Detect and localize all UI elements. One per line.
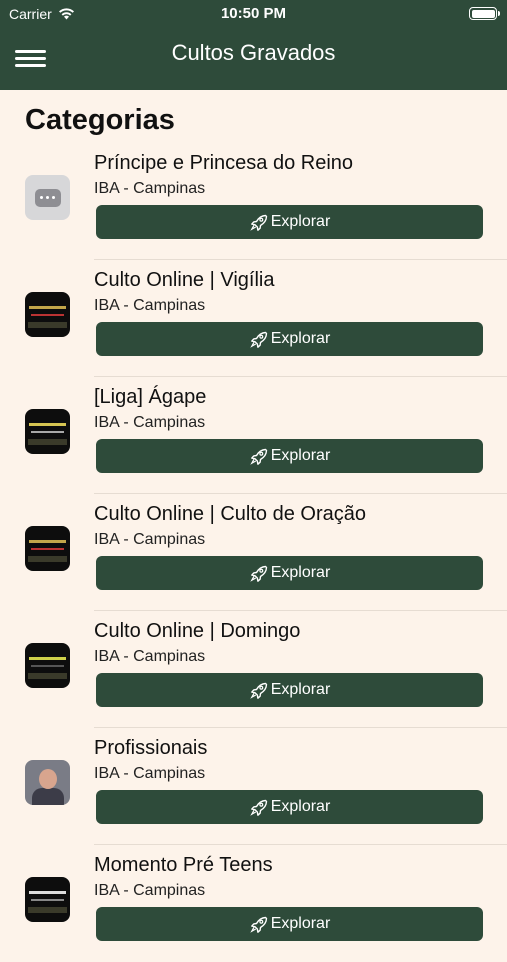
list-item: Príncipe e Princesa do Reino IBA - Campi…: [0, 143, 507, 260]
video-thumbnail: [25, 409, 70, 454]
category-name: Príncipe e Princesa do Reino: [94, 152, 354, 174]
category-list: Príncipe e Princesa do Reino IBA - Campi…: [0, 143, 507, 962]
explore-button[interactable]: Explorar: [96, 322, 483, 356]
list-item: Profissionais IBA - Campinas Explorar: [0, 728, 507, 845]
list-item: Culto Online | Domingo IBA - Campinas Ex…: [0, 611, 507, 728]
status-bar: Carrier 10:50 PM: [0, 0, 507, 28]
category-subtitle: IBA - Campinas: [94, 180, 206, 197]
list-item: Culto Online | Vigília IBA - Campinas Ex…: [0, 260, 507, 377]
list-item: [Liga] Ágape IBA - Campinas Explorar: [0, 377, 507, 494]
explore-button[interactable]: Explorar: [96, 907, 483, 941]
explore-button[interactable]: Explorar: [96, 556, 483, 590]
category-name: Culto Online | Vigília: [94, 269, 275, 291]
category-name: Culto Online | Domingo: [94, 620, 301, 642]
category-name: Profissionais: [94, 737, 208, 759]
explore-button[interactable]: Explorar: [96, 673, 483, 707]
rocket-icon: [249, 448, 267, 465]
explore-button-label: Explorar: [270, 681, 331, 698]
video-thumbnail: [25, 526, 70, 571]
category-subtitle: IBA - Campinas: [94, 531, 206, 548]
battery-icon: [469, 7, 500, 20]
explore-button[interactable]: Explorar: [96, 439, 483, 473]
category-subtitle: IBA - Campinas: [94, 648, 206, 665]
explore-button-label: Explorar: [270, 213, 331, 230]
explore-button-label: Explorar: [270, 447, 331, 464]
category-name: [Liga] Ágape: [94, 386, 207, 408]
person-photo: [25, 760, 70, 805]
status-time: 10:50 PM: [220, 5, 287, 22]
rocket-icon: [249, 916, 267, 933]
section-title: Categorias: [25, 104, 175, 136]
navigation-bar: Cultos Gravados: [0, 28, 507, 90]
explore-button[interactable]: Explorar: [96, 790, 483, 824]
category-name: Momento Pré Teens: [94, 854, 273, 876]
category-subtitle: IBA - Campinas: [94, 882, 206, 899]
page-title: Cultos Gravados: [171, 40, 336, 65]
category-name: Culto Online | Culto de Oração: [94, 503, 367, 525]
category-subtitle: IBA - Campinas: [94, 414, 206, 431]
list-item: Culto Online | Culto de Oração IBA - Cam…: [0, 494, 507, 611]
placeholder-icon: [25, 175, 70, 220]
rocket-icon: [249, 214, 267, 231]
video-thumbnail: [25, 643, 70, 688]
category-subtitle: IBA - Campinas: [94, 297, 206, 314]
explore-button-label: Explorar: [270, 798, 331, 815]
list-item: Momento Pré Teens IBA - Campinas Explora…: [0, 845, 507, 962]
explore-button-label: Explorar: [270, 564, 331, 581]
explore-button-label: Explorar: [270, 915, 331, 932]
rocket-icon: [249, 682, 267, 699]
rocket-icon: [249, 331, 267, 348]
explore-button-label: Explorar: [270, 330, 331, 347]
rocket-icon: [249, 565, 267, 582]
explore-button[interactable]: Explorar: [96, 205, 483, 239]
category-subtitle: IBA - Campinas: [94, 765, 206, 782]
video-thumbnail: [25, 292, 70, 337]
rocket-icon: [249, 799, 267, 816]
